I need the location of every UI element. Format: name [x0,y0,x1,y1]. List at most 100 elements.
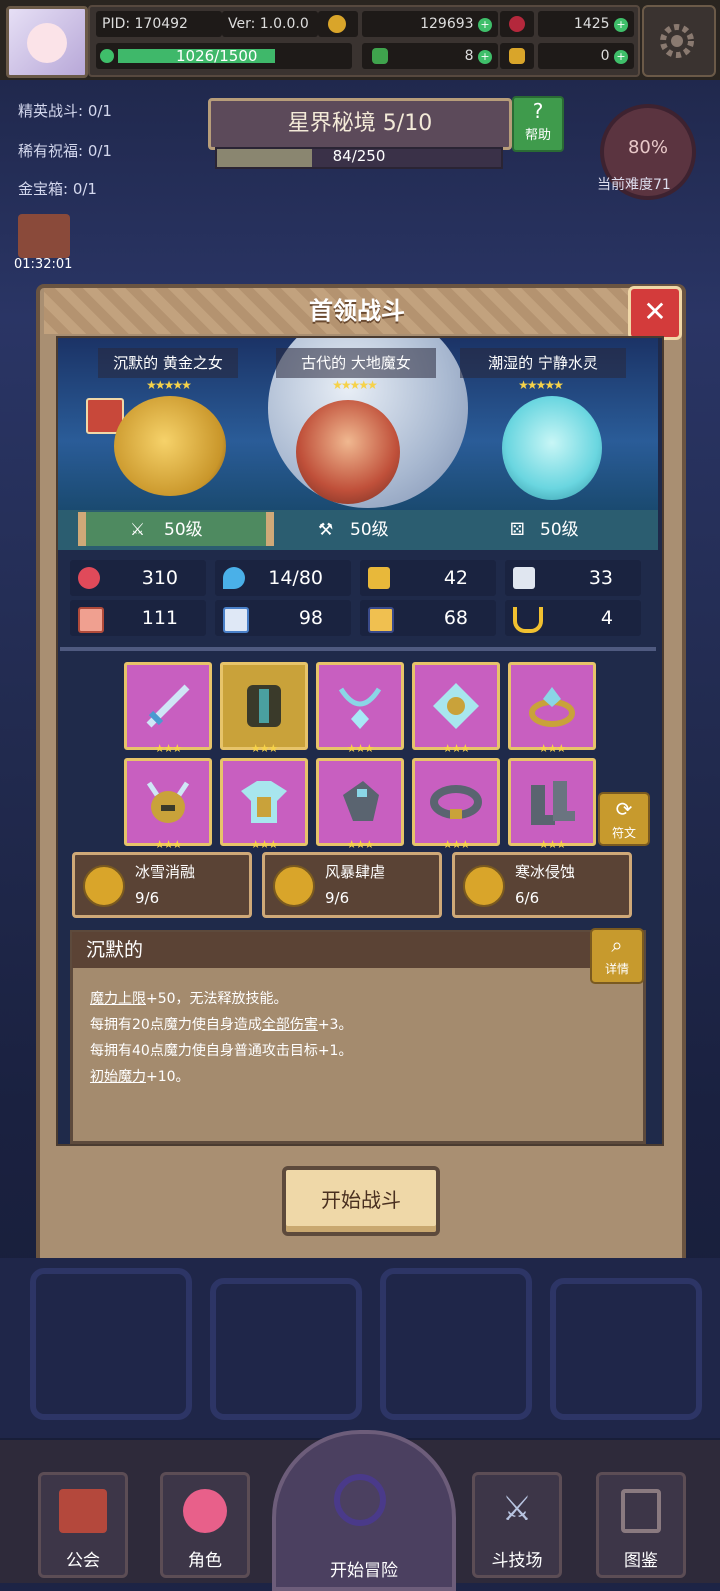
elite-battle-label: 精英战斗: 0/1 [18,102,112,120]
all-damage-link[interactable]: 全部伤害 [262,1017,318,1033]
stamina-bar: 1026/1500 [96,43,352,69]
stat-resist-value: 68 [443,607,468,629]
nav-role-label: 角色 [188,1551,222,1571]
boss-name-1[interactable]: 沉默的 黄金之女 [98,348,238,378]
set-name: 寒冰侵蚀 [515,863,576,881]
equip-slot-helmet[interactable]: ★★★ [124,758,212,851]
stat-speed-value: 33 [588,567,613,589]
version-label: Ver: 1.0.0.0 [222,11,318,37]
help-button[interactable]: ? 帮助 [512,96,564,152]
set-coin-icon [273,865,315,907]
desc-text: +3。 [317,1017,353,1033]
gift-box-icon[interactable] [18,214,70,258]
rune-button[interactable]: ⟳ 符文 [598,792,650,846]
stamina-value: 1026/1500 [176,47,258,65]
crossed-swords-icon: ⚔ [501,1489,533,1529]
stat-attack: 111 [70,600,206,636]
set-bonus-2[interactable]: 风暴肆虐 9/6 [262,852,442,918]
stat-speed: 33 [505,560,641,596]
stat-mana-value: 14/80 [268,567,323,589]
stat-hp-value: 310 [141,567,178,589]
boss-level-1[interactable]: 50级 [164,510,203,550]
book-icon [621,1489,661,1533]
ring-icon [529,687,575,727]
slot-stars: ★★★ [250,838,279,851]
add-keys-icon[interactable]: + [614,50,628,64]
wing-icon [513,567,535,589]
equip-slot-shield[interactable]: ★★★ [220,662,308,755]
nav-guild[interactable]: 公会 [38,1472,128,1578]
player-info-panel: PID: 170492 Ver: 1.0.0.0 129693 + 1425 +… [88,5,640,77]
settings-button[interactable] [642,5,716,77]
coin-value: 129693 [420,16,474,32]
start-battle-button[interactable]: 开始战斗 [282,1166,440,1236]
equip-slot-sword[interactable]: ★★★ [124,662,212,755]
slot-stars: ★★★ [346,742,375,755]
key-count: 0 + [538,43,634,69]
equip-slot-boots[interactable]: ★★★ [508,758,596,851]
stat-magic-value: 98 [298,607,323,629]
clover-count: 8 + [390,43,498,69]
stage-title: 星界秘境 5/10 [208,98,512,150]
nav-arena[interactable]: ⚔ 斗技场 [472,1472,562,1578]
difficulty-label: 当前难度71 [597,177,671,193]
slot-stars: ★★★ [538,742,567,755]
boss-name-3[interactable]: 潮湿的 宁静水灵 [460,348,626,378]
desc-line-2: 每拥有20点魔力使自身造成全部伤害+3。 [90,1014,352,1034]
set-name: 风暴肆虐 [325,863,386,881]
equip-slot-gem[interactable]: ★★★ [412,662,500,755]
book-icon [223,607,249,633]
set-count: 6/6 [515,889,540,907]
set-coin-icon [463,865,505,907]
equip-slot-amulet[interactable]: ★★★ [316,662,404,755]
set-count: 9/6 [325,889,350,907]
equip-slot-armor[interactable]: ★★★ [220,758,308,851]
player-avatar[interactable] [6,6,88,78]
boots-icon [531,781,575,825]
nav-role[interactable]: 角色 [160,1472,250,1578]
detail-button[interactable]: ⌕ 详情 [590,928,644,984]
boss-level-2[interactable]: 50级 [350,510,389,550]
desc-line-4: 初始魔力+10。 [90,1066,190,1086]
close-button[interactable]: ✕ [628,286,682,340]
nav-codex[interactable]: 图鉴 [596,1472,686,1578]
coin-icon [318,11,358,37]
key-value: 0 [600,48,610,64]
gem-count: 1425 + [538,11,634,37]
gem-icon [433,683,479,729]
nav-start-adventure[interactable]: 开始冒险 [272,1430,456,1591]
add-gems-icon[interactable]: + [614,18,628,32]
stat-mana: 14/80 [215,560,351,596]
avatar-face-icon [27,23,67,63]
gem-icon [500,11,534,37]
equip-slot-ring[interactable]: ★★★ [508,662,596,755]
water-spirit-boss-image[interactable] [502,396,602,500]
heart-icon [78,567,100,589]
desc-text: +10。 [146,1069,190,1085]
boss-stars-3: ★★★★★ [518,378,564,392]
add-coins-icon[interactable]: + [478,18,492,32]
desc-text: 每拥有20点魔力使自身造成 [90,1017,262,1033]
set-bonus-3[interactable]: 寒冰侵蚀 6/6 [452,852,632,918]
coin-count: 129693 + [362,11,498,37]
earth-witch-boss-image[interactable] [296,400,400,504]
set-bonus-1[interactable]: 冰雪消融 9/6 [72,852,252,918]
boss-level-row: ⚔ 50级 ⚒ 50级 ⚄ 50级 [58,510,658,550]
equip-slot-belt[interactable]: ★★★ [412,758,500,851]
gold-chest-label: 金宝箱: 0/1 [18,180,97,198]
detail-label: 详情 [604,962,629,976]
add-clover-icon[interactable]: + [478,50,492,64]
equip-slot-gauntlet[interactable]: ★★★ [316,758,404,851]
boss-level-3[interactable]: 50级 [540,510,579,550]
mana-cap-link[interactable]: 魔力上限 [90,991,146,1007]
question-icon: ? [532,99,544,123]
stage-progress-bar: 84/250 [215,147,503,169]
initial-mana-link[interactable]: 初始魔力 [90,1069,146,1085]
refresh-icon: ⟳ [615,797,633,821]
magnifier-icon: ⌕ [611,933,623,957]
stat-luck-value: 4 [600,607,613,629]
slot-stars: ★★★ [346,838,375,851]
golden-daughter-boss-image[interactable] [114,396,226,496]
set-count: 9/6 [135,889,160,907]
boss-name-2[interactable]: 古代的 大地魔女 [276,348,436,378]
